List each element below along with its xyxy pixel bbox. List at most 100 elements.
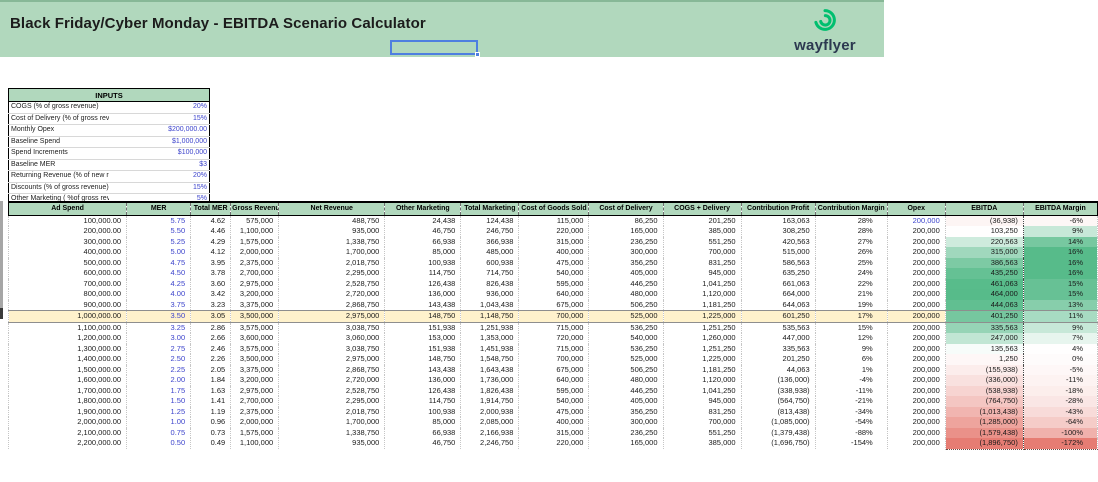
cell-ebitda-margin[interactable]: 9% [1023, 322, 1098, 333]
cell-contribution-margin[interactable]: 24% [815, 268, 888, 279]
cell-other-marketing[interactable]: 46,750 [384, 438, 462, 449]
cell-contribution-profit[interactable]: 586,563 [741, 257, 816, 268]
cell-ad-spend[interactable]: 200,000.00 [7, 226, 128, 237]
cell-net-revenue[interactable]: 2,295,000 [278, 268, 386, 279]
cell-opex[interactable]: 200,000 [887, 396, 946, 407]
cell-net-revenue[interactable]: 3,060,000 [278, 333, 386, 344]
cell-cost-of-goods-sold[interactable]: 640,000 [518, 289, 590, 300]
cell-total-mer[interactable]: 2.86 [190, 322, 232, 333]
cell-gross-revenue[interactable]: 2,700,000 [230, 268, 280, 279]
cell-mer[interactable]: 3.50 [126, 310, 192, 323]
cell-total-marketing[interactable]: 1,043,438 [460, 299, 520, 311]
cell-other-marketing[interactable]: 153,000 [384, 333, 462, 344]
selected-cell[interactable] [390, 40, 480, 57]
input-value[interactable]: $100,000 [109, 147, 210, 160]
cell-ebitda-margin[interactable]: -11% [1023, 375, 1098, 386]
cell-cogs-delivery[interactable]: 551,250 [663, 236, 742, 247]
cell-contribution-profit[interactable]: 635,250 [741, 268, 816, 279]
cell-net-revenue[interactable]: 1,700,000 [278, 247, 386, 258]
cell-contribution-profit[interactable]: 308,250 [741, 226, 816, 237]
cell-ebitda[interactable]: 386,563 [944, 257, 1024, 268]
cell-ebitda[interactable]: (1,579,438) [944, 427, 1024, 438]
cell-contribution-profit[interactable]: 201,250 [741, 354, 816, 365]
cell-cost-of-goods-sold[interactable]: 315,000 [518, 427, 590, 438]
column-header-gross-revenue[interactable]: Gross Revenue [230, 201, 280, 216]
cell-cogs-delivery[interactable]: 700,000 [663, 247, 742, 258]
cell-contribution-margin[interactable]: 15% [815, 322, 888, 333]
cell-ebitda[interactable]: 461,063 [944, 278, 1024, 289]
cell-ebitda[interactable]: (764,750) [944, 396, 1024, 407]
cell-cost-of-delivery[interactable]: 356,250 [588, 257, 664, 268]
cell-other-marketing[interactable]: 100,938 [384, 406, 462, 417]
cell-ad-spend[interactable]: 800,000.00 [7, 289, 128, 300]
cell-ebitda[interactable]: 444,063 [944, 299, 1024, 311]
cell-ad-spend[interactable]: 1,000,000.00 [7, 310, 128, 323]
cell-cost-of-goods-sold[interactable]: 475,000 [518, 257, 590, 268]
cell-cogs-delivery[interactable]: 831,250 [663, 406, 742, 417]
cell-gross-revenue[interactable]: 1,100,000 [230, 438, 280, 449]
cell-cost-of-goods-sold[interactable]: 700,000 [518, 310, 590, 323]
cell-total-marketing[interactable]: 1,251,938 [460, 322, 520, 333]
cell-cost-of-goods-sold[interactable]: 400,000 [518, 247, 590, 258]
cell-cogs-delivery[interactable]: 945,000 [663, 268, 742, 279]
cell-contribution-profit[interactable]: 601,250 [741, 310, 816, 323]
cell-mer[interactable]: 4.75 [126, 257, 192, 268]
cell-ad-spend[interactable]: 2,200,000.00 [7, 438, 128, 449]
cell-contribution-margin[interactable]: 28% [815, 215, 888, 226]
column-header-contribution-profit[interactable]: Contribution Profit [741, 201, 816, 216]
cell-gross-revenue[interactable]: 575,000 [230, 215, 280, 226]
cell-contribution-profit[interactable]: 515,000 [741, 247, 816, 258]
cell-ad-spend[interactable]: 1,400,000.00 [7, 354, 128, 365]
cell-other-marketing[interactable]: 126,438 [384, 385, 462, 396]
column-header-contribution-margin[interactable]: Contribution Margin [815, 201, 888, 216]
cell-net-revenue[interactable]: 935,000 [278, 438, 386, 449]
cell-ad-spend[interactable]: 2,100,000.00 [7, 427, 128, 438]
cell-gross-revenue[interactable]: 3,500,000 [230, 310, 280, 323]
cell-cost-of-delivery[interactable]: 506,250 [588, 299, 664, 311]
cell-other-marketing[interactable]: 66,938 [384, 236, 462, 247]
cell-total-mer[interactable]: 2.26 [190, 354, 232, 365]
cell-cogs-delivery[interactable]: 1,251,250 [663, 322, 742, 333]
cell-net-revenue[interactable]: 2,720,000 [278, 289, 386, 300]
cell-total-marketing[interactable]: 1,826,438 [460, 385, 520, 396]
cell-other-marketing[interactable]: 136,000 [384, 289, 462, 300]
cell-opex[interactable]: 200,000 [887, 438, 946, 449]
cell-contribution-margin[interactable]: 12% [815, 333, 888, 344]
cell-contribution-profit[interactable]: 447,000 [741, 333, 816, 344]
cell-ad-spend[interactable]: 1,800,000.00 [7, 396, 128, 407]
cell-net-revenue[interactable]: 2,975,000 [278, 354, 386, 365]
cell-gross-revenue[interactable]: 2,975,000 [230, 278, 280, 289]
cell-cogs-delivery[interactable]: 1,225,000 [663, 354, 742, 365]
cell-contribution-margin[interactable]: 9% [815, 343, 888, 354]
cell-total-marketing[interactable]: 2,000,938 [460, 406, 520, 417]
cell-gross-revenue[interactable]: 3,575,000 [230, 322, 280, 333]
cell-opex[interactable]: 200,000 [887, 257, 946, 268]
cell-total-marketing[interactable]: 485,000 [460, 247, 520, 258]
cell-net-revenue[interactable]: 2,018,750 [278, 257, 386, 268]
cell-ebitda-margin[interactable]: 16% [1023, 268, 1098, 279]
cell-cost-of-delivery[interactable]: 525,000 [588, 310, 664, 323]
cell-ad-spend[interactable]: 2,000,000.00 [7, 417, 128, 428]
cell-ebitda[interactable]: 335,563 [944, 322, 1024, 333]
cell-contribution-margin[interactable]: 28% [815, 226, 888, 237]
cell-contribution-margin[interactable]: 22% [815, 278, 888, 289]
cell-cost-of-delivery[interactable]: 480,000 [588, 375, 664, 386]
cell-contribution-margin[interactable]: -21% [815, 396, 888, 407]
cell-total-marketing[interactable]: 826,438 [460, 278, 520, 289]
cell-ebitda-margin[interactable]: 7% [1023, 333, 1098, 344]
cell-cost-of-delivery[interactable]: 300,000 [588, 417, 664, 428]
cell-total-marketing[interactable]: 246,750 [460, 226, 520, 237]
cell-total-mer[interactable]: 0.49 [190, 438, 232, 449]
cell-cogs-delivery[interactable]: 1,041,250 [663, 385, 742, 396]
cell-ebitda-margin[interactable]: -28% [1023, 396, 1098, 407]
cell-total-marketing[interactable]: 124,438 [460, 215, 520, 226]
cell-net-revenue[interactable]: 2,528,750 [278, 278, 386, 289]
column-header-opex[interactable]: Opex [887, 201, 946, 216]
cell-contribution-margin[interactable]: 19% [815, 299, 888, 311]
cell-opex[interactable]: 200,000 [887, 427, 946, 438]
cell-ad-spend[interactable]: 400,000.00 [7, 247, 128, 258]
column-header-cost-of-goods-sold[interactable]: Cost of Goods Sold [518, 201, 590, 216]
cell-opex[interactable]: 200,000 [887, 278, 946, 289]
cell-opex[interactable]: 200,000 [887, 236, 946, 247]
cell-mer[interactable]: 0.50 [126, 438, 192, 449]
